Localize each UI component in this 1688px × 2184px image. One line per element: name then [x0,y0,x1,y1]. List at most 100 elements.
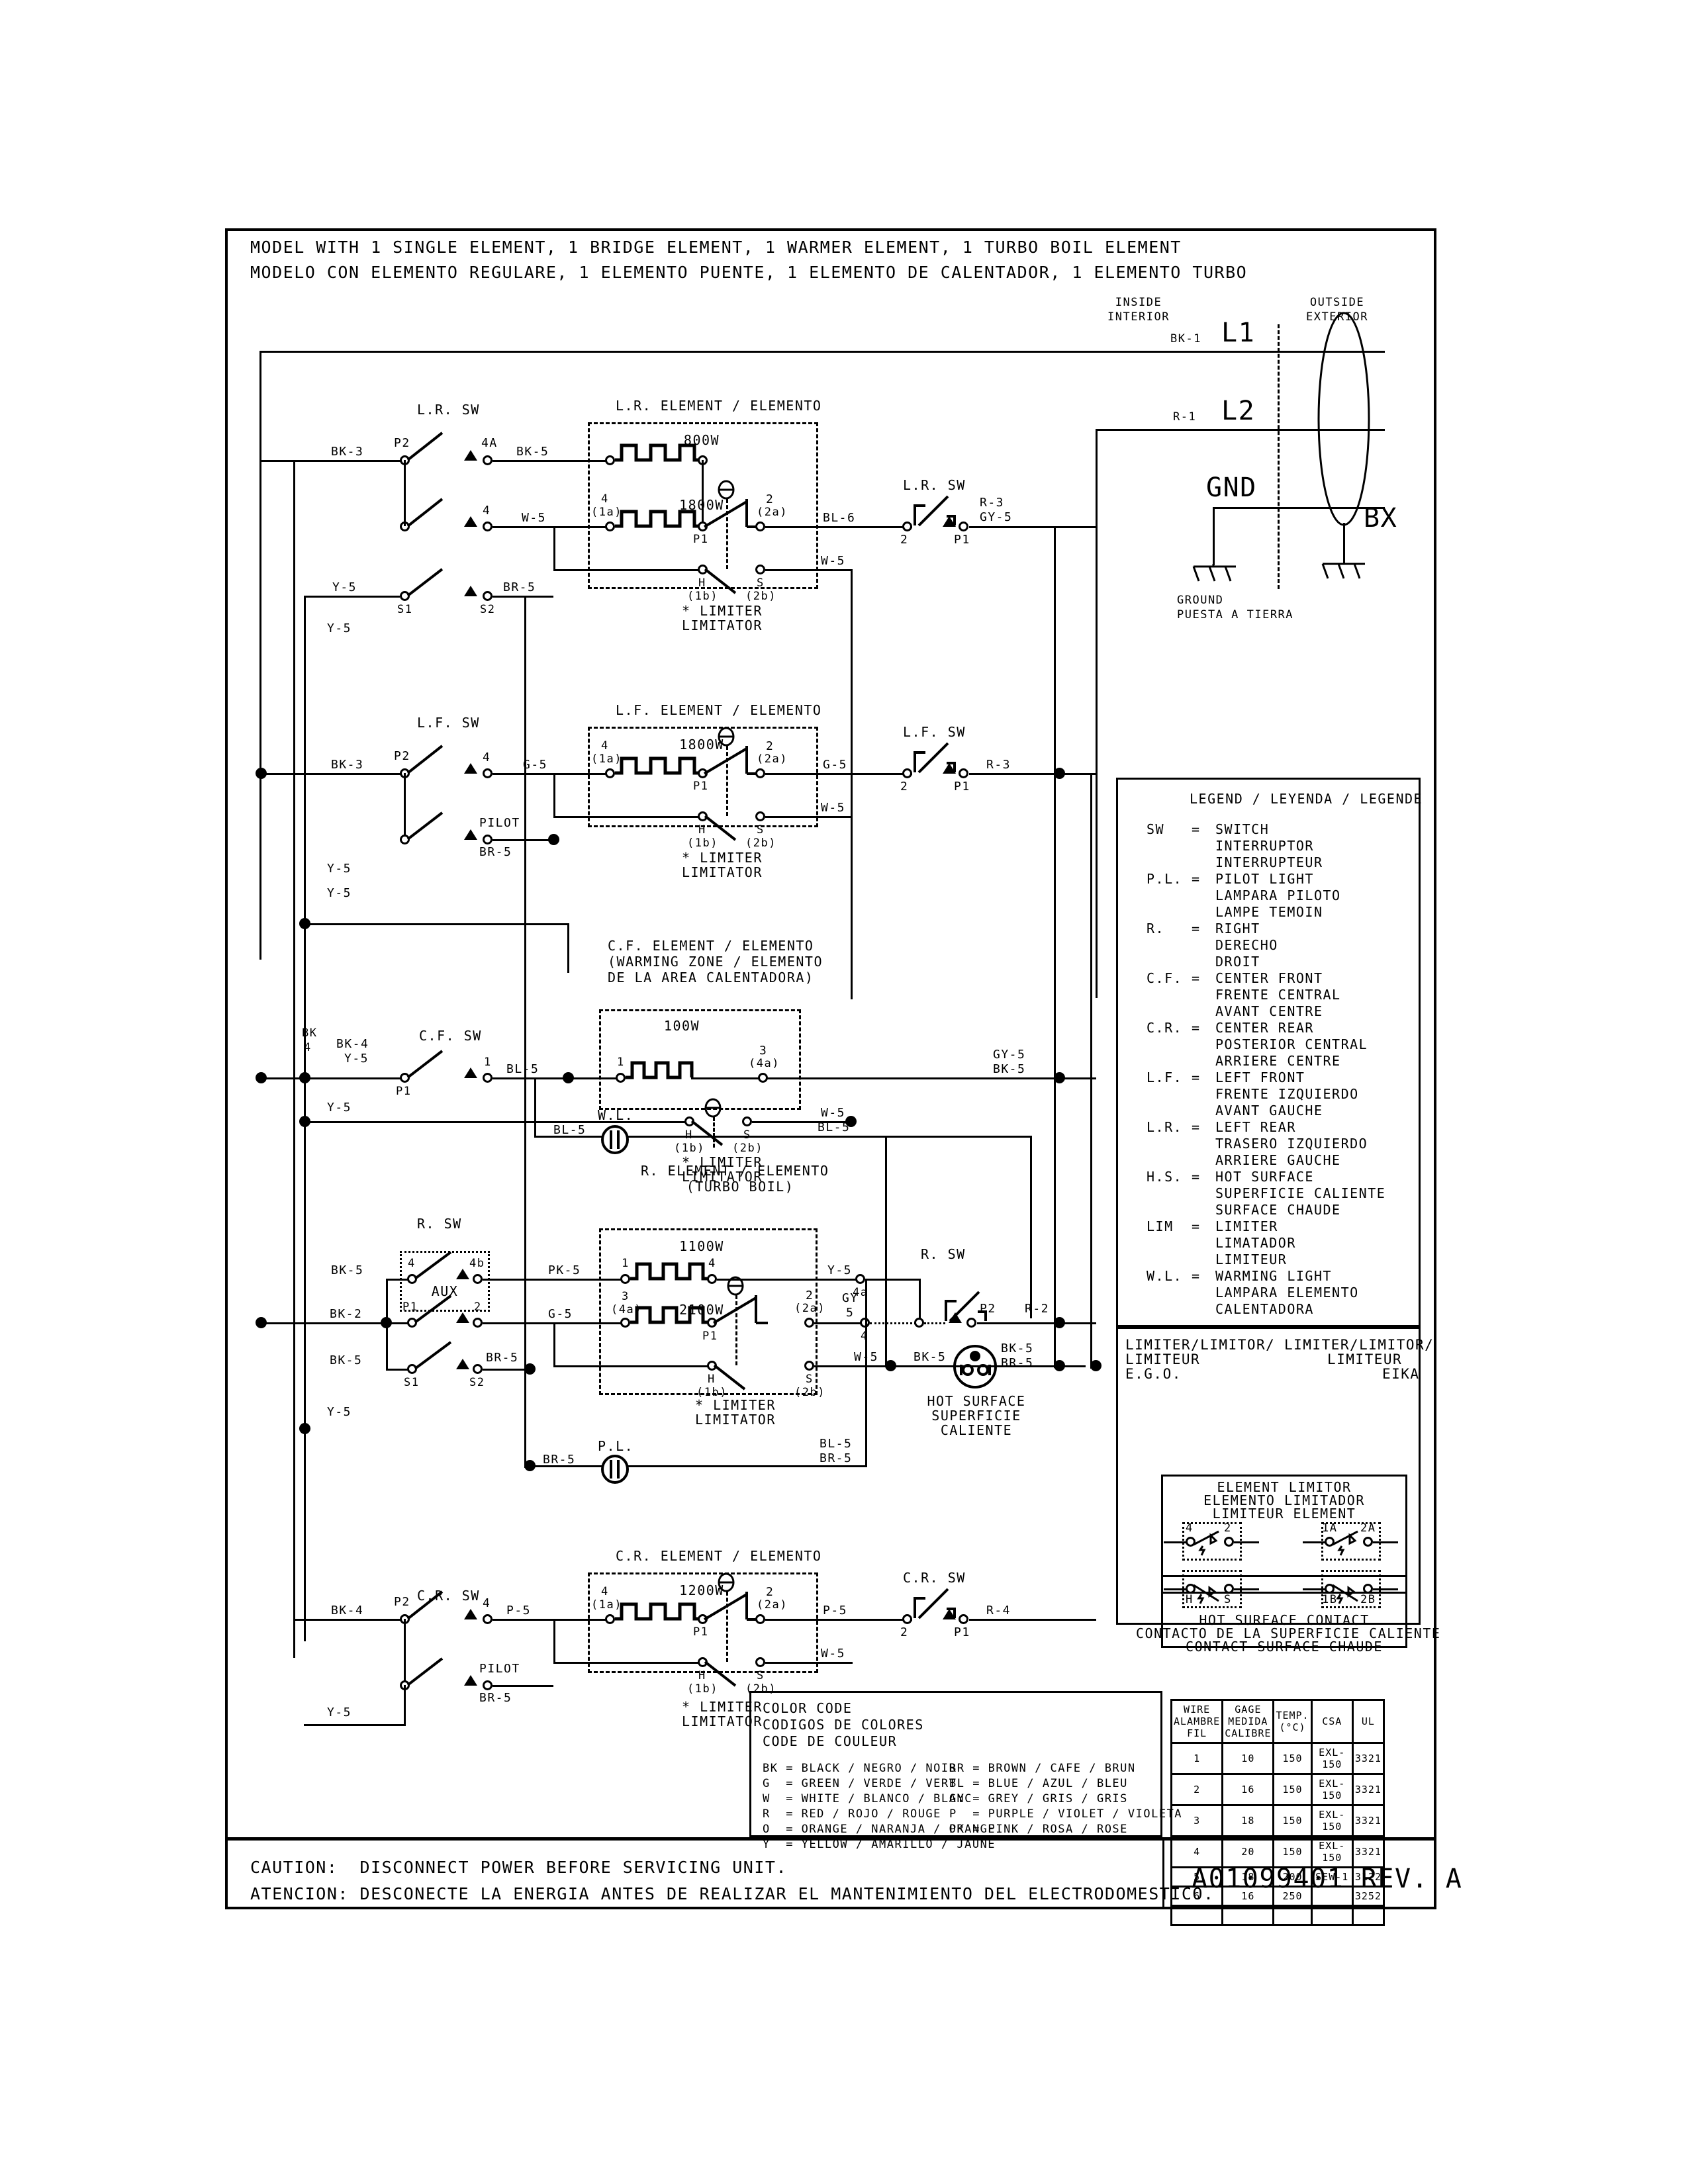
lr-term-S-node [755,565,765,574]
r-s1-blade[interactable] [414,1341,456,1370]
wire-table-row: 4 20 150 EXL-150 3321 [1170,1835,1385,1868]
cr-pilot-term-node[interactable] [483,1680,492,1690]
r-hs-wire2-label: BR-5 [1001,1356,1034,1370]
lr-out-term2-node[interactable] [902,522,912,531]
cf-in-lead [259,1077,404,1079]
lr-out-p1-node[interactable] [959,522,968,531]
cf-wire-bl5-label: BL-5 [506,1062,539,1076]
lf-term-4-node[interactable] [483,768,492,778]
color-code-entry: PK = PINK / ROSA / ROSE [949,1823,1128,1836]
lr-term-4-node[interactable] [483,522,492,531]
ego-bot-right-label: S [1224,1593,1232,1606]
r-gy-dotted-wire [870,1322,916,1324]
lr-w5-out-wire [765,569,853,571]
cr-out-term2-node[interactable] [902,1614,912,1624]
lf-out-p1-node[interactable] [959,768,968,778]
cr-sw-top-blade[interactable] [406,1590,447,1620]
cr-term-2a-label: (2a) [757,1598,788,1612]
trunk-line-792 [524,596,526,1370]
cr-term-4-node[interactable] [483,1614,492,1624]
lf-out-wire-label: G-5 [823,758,848,772]
lr-s1-blade[interactable] [406,568,447,597]
cr-term-4-label: 4 [483,1596,491,1610]
cr-pilot-blade[interactable] [406,1657,447,1686]
lr-sw2-arrow [943,516,956,527]
lf-sw-top-blade[interactable] [406,745,447,774]
lr-element-heading: L.R. ELEMENT / ELEMENTO [616,398,822,414]
r-p1-label: P1 [702,1330,718,1343]
r-term-2a-node [804,1318,814,1328]
lr-w5-label: W-5 [821,554,846,568]
r-sw-top-blade[interactable] [414,1251,456,1280]
lr-coil-1800w [615,510,702,528]
lr-s2-node[interactable] [483,591,492,601]
lr-sw-bottom-blade[interactable] [406,498,447,527]
ego-lower-left-lead [1164,1588,1188,1590]
lr-sw-top-blade[interactable] [406,432,447,461]
lf-y5-low-label: Y-5 [327,862,352,876]
wl-lamp-icon [601,1125,629,1154]
legend-abbr: LIM [1147,1218,1174,1234]
ego-bot-left-label: H [1186,1593,1194,1606]
cr-pilot-wire-label: BR-5 [479,1691,512,1705]
eika-upper-term-2a [1363,1537,1373,1547]
lf-pilot-term-node[interactable] [483,835,492,844]
r-s2-wire-label: BR-5 [486,1351,519,1365]
r-limiter-upper-switch [712,1295,768,1324]
lf-limiter-note-2: LIMITATOR [682,864,763,880]
trunk-line-1307 [865,1279,867,1467]
lf-pilot-blade[interactable] [406,811,447,841]
legend-definition: POSTERIOR CENTRAL [1215,1036,1368,1052]
cr-out-p1-node[interactable] [959,1614,968,1624]
legend-row: POSTERIOR CENTRAL [1116,1037,1421,1054]
r-sw-bot-blade[interactable] [414,1295,456,1324]
lr-in-wire-mid-label: BK-5 [516,445,549,459]
legend-equals: = [1192,1169,1201,1185]
legend-equals: = [1192,1268,1201,1284]
gnd-label: GND [1206,473,1257,503]
r-limiter-link [735,1295,737,1365]
r-in-wire-bot-label: BK-2 [330,1307,363,1321]
cf-sw-blade[interactable] [406,1050,447,1079]
wl-wire-right-label: BL-5 [818,1120,851,1134]
cf-term-1-node[interactable] [483,1073,492,1083]
pl-lamp-icon [601,1455,629,1484]
r-out-p2-node[interactable] [966,1318,976,1328]
legend-row: ARRIERE CENTRE [1116,1054,1421,1070]
cr-out-term2-label: 2 [900,1625,909,1639]
legend-abbr: C.R. [1147,1020,1183,1036]
r-term-2-node[interactable] [473,1318,483,1328]
lr-br5-wire [492,596,553,598]
r-coil-2100w [630,1306,710,1324]
lf-out-term2-node[interactable] [902,768,912,778]
cf-term-2b-label: (2b) [732,1142,763,1155]
cr-out-wire [765,1619,912,1621]
lr-term-4a-node[interactable] [483,455,492,465]
r-s2-node[interactable] [473,1364,483,1374]
wire-table-cell [1310,1905,1354,1926]
r-hs-wire1-label: BK-5 [1001,1342,1034,1355]
wire-table-cell: 150 [1272,1804,1313,1837]
r-limiter-lower-blade [713,1364,746,1390]
lr-limiter-sensor-top [718,480,735,500]
r-limiter-lower-lead [553,1365,716,1367]
lr-sw-top-arrow [464,450,477,461]
lr-limiter-lower-blade [704,568,737,594]
lf-sw2-arrow [943,763,956,774]
lr-limiter-upper-switch [703,499,759,528]
legend-row: SURFACE CHAUDE [1116,1203,1421,1219]
lr-y5-lead [304,596,400,598]
cr-pilot-arrow [464,1675,477,1686]
wire-table-cell: 150 [1272,1773,1313,1806]
r-term-4b-node[interactable] [473,1274,483,1284]
legend-row: L.F. = LEFT FRONT [1116,1070,1421,1087]
lf-term-S-node [755,811,765,821]
lf-limiter-lower-lead [553,816,702,818]
legend-definition: HOT SURFACE [1215,1169,1314,1185]
hot-surface-label-2: SUPERFICIE [931,1408,1021,1424]
color-code-title-2: CODIGOS DE COLORES [763,1717,924,1733]
cf-term-1-label: 1 [484,1056,492,1069]
lr-elem-bot-left-node [605,522,615,531]
legend-equals: = [1192,1069,1201,1085]
legend-definition: LAMPARA ELEMENTO [1215,1285,1359,1300]
